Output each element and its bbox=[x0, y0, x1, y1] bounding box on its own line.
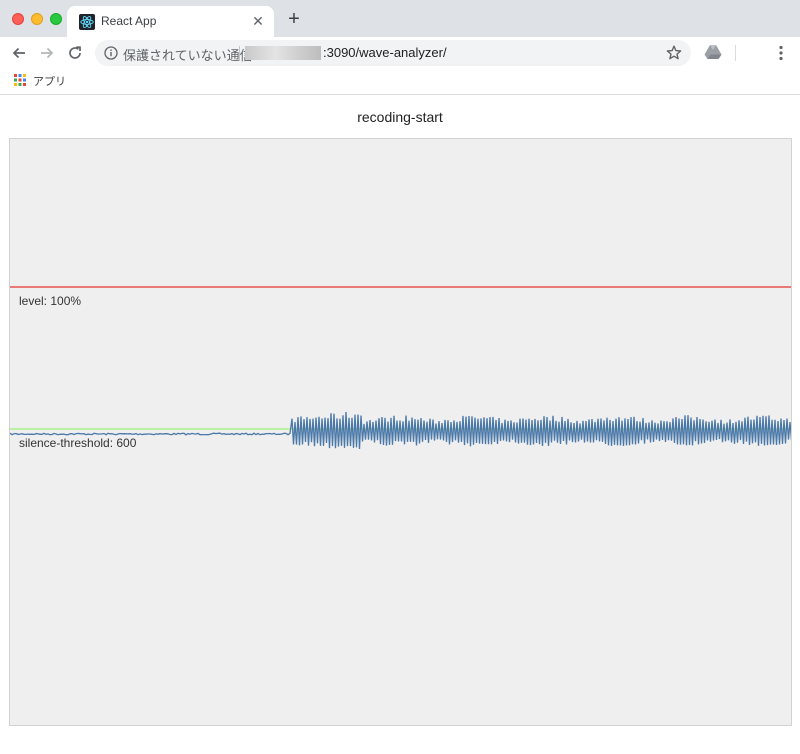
wave-svg bbox=[10, 286, 791, 450]
apps-grid-icon[interactable] bbox=[14, 73, 26, 86]
window-close-button[interactable] bbox=[12, 13, 24, 25]
bookmark-star-icon[interactable] bbox=[665, 44, 683, 62]
window-maximize-button[interactable] bbox=[50, 13, 62, 25]
wave-analyzer-canvas: level: 100% silence-threshold: 600 bbox=[9, 138, 792, 726]
toolbar-divider bbox=[735, 45, 736, 61]
new-tab-button[interactable]: + bbox=[284, 9, 304, 29]
level-label: level: 100% bbox=[19, 294, 82, 308]
kebab-menu-icon[interactable] bbox=[773, 44, 789, 62]
page-heading: recoding-start bbox=[357, 109, 443, 125]
window-minimize-button[interactable] bbox=[31, 13, 43, 25]
info-icon[interactable] bbox=[103, 45, 119, 61]
browser-tab-active[interactable]: React App ✕ bbox=[67, 6, 274, 37]
browser-tab-strip: React App ✕ + bbox=[0, 0, 800, 37]
security-status-text: 保護されていない通信 bbox=[123, 48, 253, 63]
redacted-host bbox=[245, 46, 321, 60]
reload-button[interactable] bbox=[64, 42, 86, 64]
forward-button[interactable] bbox=[36, 42, 58, 64]
address-divider bbox=[239, 46, 240, 61]
bookmark-apps-label[interactable]: アプリ bbox=[33, 73, 66, 89]
bookmarks-bar: アプリ bbox=[0, 68, 800, 95]
google-drive-icon[interactable] bbox=[704, 44, 722, 60]
tab-close-icon[interactable]: ✕ bbox=[250, 13, 266, 29]
silence-threshold-label: silence-threshold: 600 bbox=[19, 436, 137, 450]
forward-arrow-icon bbox=[41, 47, 54, 59]
back-button[interactable] bbox=[8, 42, 30, 64]
back-arrow-icon bbox=[12, 47, 25, 59]
address-url: :3090/wave-analyzer/ bbox=[323, 45, 447, 60]
tab-title: React App bbox=[101, 14, 157, 28]
reload-icon bbox=[69, 46, 81, 59]
address-bar[interactable]: 保護されていない通信 :3090/wave-analyzer/ bbox=[95, 40, 691, 66]
react-logo-icon bbox=[79, 14, 95, 30]
browser-toolbar: 保護されていない通信 :3090/wave-analyzer/ bbox=[0, 37, 800, 68]
